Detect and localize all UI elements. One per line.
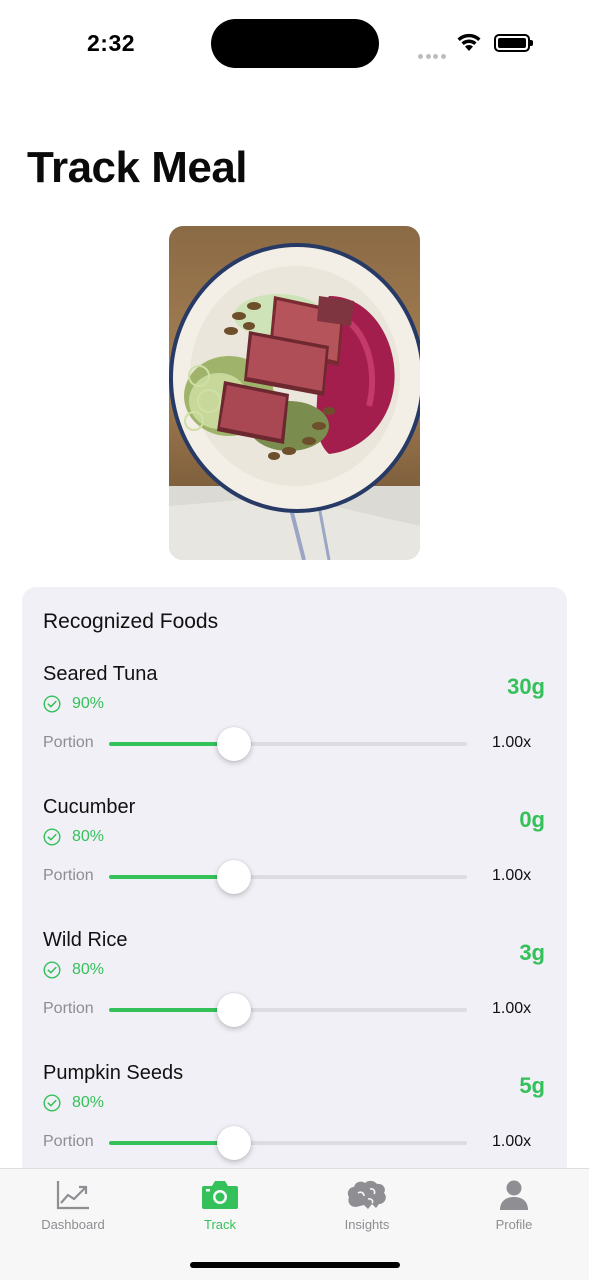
recognized-foods-card: Recognized Foods Seared Tuna 90% 30g Por…: [22, 587, 567, 1227]
slider-fill: [109, 1008, 235, 1012]
brain-icon: [347, 1180, 386, 1209]
confidence-indicator: 80%: [43, 827, 104, 847]
food-name: Pumpkin Seeds: [43, 1062, 184, 1084]
camera-icon: [202, 1181, 238, 1209]
slider-thumb[interactable]: [217, 993, 252, 1027]
portion-slider[interactable]: [109, 727, 467, 761]
tab-label: Track: [203, 1217, 237, 1232]
meal-photo-image: [169, 243, 420, 560]
status-bar: 2:32: [0, 0, 589, 90]
portion-multiplier: 1.00x: [492, 867, 532, 884]
portion-slider[interactable]: [109, 993, 467, 1027]
check-circle-icon: [43, 828, 61, 846]
status-time: 2:32: [87, 30, 136, 56]
confidence-indicator: 80%: [43, 960, 104, 980]
tab-profile[interactable]: Profile: [459, 1179, 569, 1239]
portion-slider[interactable]: [109, 860, 467, 894]
grams-value: 30g: [507, 674, 545, 699]
grams-value: 3g: [519, 940, 545, 965]
slider-fill: [109, 1141, 235, 1145]
confidence-value: 80%: [72, 1094, 105, 1111]
slider-thumb[interactable]: [217, 727, 252, 761]
chart-line-icon: [56, 1181, 89, 1210]
food-name: Cucumber: [43, 796, 136, 818]
confidence-value: 80%: [72, 828, 105, 845]
grams-value: 0g: [519, 807, 545, 832]
tab-track[interactable]: Track: [165, 1179, 275, 1239]
meal-photo[interactable]: [169, 226, 420, 560]
portion-multiplier: 1.00x: [492, 1133, 532, 1150]
food-name: Seared Tuna: [43, 663, 158, 685]
confidence-indicator: 90%: [43, 694, 104, 714]
portion-multiplier: 1.00x: [492, 734, 532, 751]
recognized-foods-title: Recognized Foods: [43, 610, 219, 633]
food-item-pumpkin-seeds: Pumpkin Seeds 80% 5g Portion 1.00x: [22, 1062, 567, 1182]
home-indicator[interactable]: [190, 1262, 400, 1268]
grams-value: 5g: [519, 1073, 545, 1098]
food-item-cucumber: Cucumber 80% 0g Portion 1.00x: [22, 796, 567, 916]
portion-label: Portion: [43, 734, 94, 751]
tab-label: Insights: [344, 1217, 390, 1232]
food-name: Wild Rice: [43, 929, 128, 951]
confidence-indicator: 80%: [43, 1093, 104, 1113]
portion-label: Portion: [43, 1000, 94, 1017]
tab-insights[interactable]: Insights: [312, 1179, 422, 1239]
portion-multiplier: 1.00x: [492, 1000, 532, 1017]
check-circle-icon: [43, 961, 61, 979]
food-item-wild-rice: Wild Rice 80% 3g Portion 1.00x: [22, 929, 567, 1049]
food-item-seared-tuna: Seared Tuna 90% 30g Portion 1.00x: [22, 663, 567, 783]
cellular-signal-icon: [418, 46, 448, 59]
portion-slider[interactable]: [109, 1126, 467, 1160]
portion-label: Portion: [43, 867, 94, 884]
slider-thumb[interactable]: [217, 1126, 252, 1160]
slider-fill: [109, 742, 235, 746]
wifi-icon: [457, 33, 481, 51]
slider-fill: [109, 875, 235, 879]
check-circle-icon: [43, 1094, 61, 1112]
check-circle-icon: [43, 695, 61, 713]
tab-label: Dashboard: [41, 1217, 105, 1232]
portion-label: Portion: [43, 1133, 94, 1150]
person-icon: [500, 1180, 528, 1210]
battery-icon: [494, 34, 533, 52]
confidence-value: 90%: [72, 695, 105, 712]
confidence-value: 80%: [72, 961, 105, 978]
page-title: Track Meal: [27, 143, 248, 192]
dynamic-island: [211, 19, 379, 68]
slider-thumb[interactable]: [217, 860, 252, 894]
tab-label: Profile: [495, 1217, 533, 1232]
tab-dashboard[interactable]: Dashboard: [18, 1179, 128, 1239]
